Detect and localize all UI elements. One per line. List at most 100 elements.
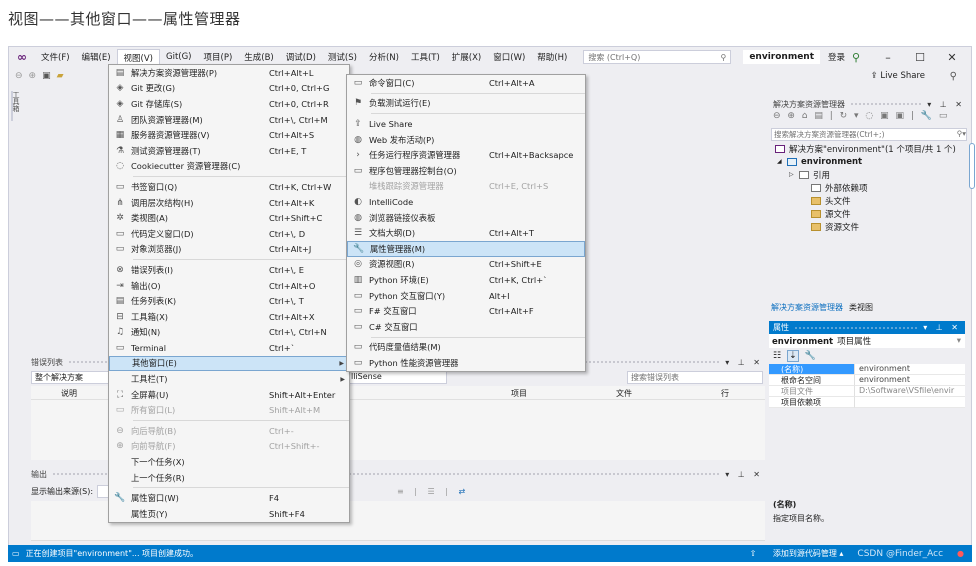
menu-item[interactable]: ⊖ 向后导航(B) Ctrl+- <box>109 423 349 439</box>
menu-item[interactable]: 上一个任务(R) <box>109 470 349 486</box>
menu-item[interactable]: ◍ Web 发布活动(P) <box>347 132 585 148</box>
maximize-button[interactable]: ☐ <box>913 51 927 64</box>
alphabetical-icon[interactable]: ⇣ <box>787 350 799 362</box>
minimize-button[interactable]: – <box>881 51 895 64</box>
menu-view[interactable]: 视图(V) <box>116 48 160 66</box>
menu-git[interactable]: Git(G) <box>160 50 198 64</box>
menu-item[interactable]: ▤ 任务列表(K) Ctrl+\, T <box>109 293 349 309</box>
menu-item[interactable]: 其他窗口(E) ▶ <box>109 355 349 372</box>
menu-item[interactable]: ▭ Python 性能资源管理器 <box>347 355 585 371</box>
menu-help[interactable]: 帮助(H) <box>531 49 573 65</box>
menu-item[interactable]: ▭ 对象浏览器(J) Ctrl+Alt+J <box>109 242 349 258</box>
word-wrap-icon[interactable]: ⇄ <box>458 487 469 496</box>
column-file[interactable]: 文件 <box>616 388 632 399</box>
forward-icon[interactable]: ⊕ <box>29 71 37 81</box>
notification-icon[interactable]: ● <box>957 549 964 558</box>
menu-item[interactable]: ⊟ 工具箱(X) Ctrl+Alt+X <box>109 309 349 325</box>
error-search-input[interactable]: 搜索错误列表 <box>627 371 763 384</box>
solution-search-input[interactable]: 搜索解决方案资源管理器(Ctrl+;) ⚲▾ <box>771 128 967 141</box>
categorized-icon[interactable]: ☷ <box>773 351 781 361</box>
tab-class-view[interactable]: 类视图 <box>849 302 873 313</box>
menu-item[interactable]: ◐ IntelliCode <box>347 194 585 210</box>
menu-test[interactable]: 测试(S) <box>322 49 363 65</box>
menu-item[interactable]: ◎ 资源视图(R) Ctrl+Shift+E <box>347 257 585 273</box>
property-row[interactable]: 项目文件 D:\Software\VSfile\envir <box>769 386 965 397</box>
menu-item[interactable]: ▦ 服务器资源管理器(V) Ctrl+Alt+S <box>109 127 349 143</box>
property-value[interactable] <box>855 397 965 408</box>
menu-item[interactable]: 🔧 属性窗口(W) F4 <box>109 490 349 506</box>
menu-item[interactable]: ▭ 程序包管理器控制台(O) <box>347 163 585 179</box>
panel-controls[interactable]: ▾ ⊥ ✕ <box>927 100 965 109</box>
menu-item[interactable]: 属性页(Y) Shift+F4 <box>109 506 349 522</box>
menu-item[interactable]: ▤ 解决方案资源管理器(P) Ctrl+Alt+L <box>109 65 349 81</box>
property-value[interactable]: D:\Software\VSfile\envir <box>855 386 965 397</box>
tree-item[interactable]: 外部依赖项 <box>769 181 969 194</box>
tab-solution-explorer[interactable]: 解决方案资源管理器 <box>771 302 843 313</box>
menu-item[interactable]: ⚗ 测试资源管理器(T) Ctrl+E, T <box>109 143 349 159</box>
menu-item[interactable]: ▭ Terminal Ctrl+` <box>109 340 349 356</box>
tree-item[interactable]: 头文件 <box>769 194 969 207</box>
menu-item[interactable]: ⚑ 负载测试运行(E) <box>347 96 585 112</box>
menu-item[interactable]: ⊗ 错误列表(I) Ctrl+\, E <box>109 262 349 278</box>
menu-analyze[interactable]: 分析(N) <box>363 49 405 65</box>
menu-item[interactable]: ◈ Git 存储库(S) Ctrl+0, Ctrl+R <box>109 96 349 112</box>
property-value[interactable]: environment <box>855 364 965 375</box>
error-filter-dropdown[interactable]: lliSense <box>347 371 447 384</box>
tree-item[interactable]: ▷ 引用 <box>769 168 969 181</box>
menu-item[interactable]: ⇥ 输出(O) Ctrl+Alt+O <box>109 278 349 294</box>
menu-debug[interactable]: 调试(D) <box>280 49 322 65</box>
menu-item[interactable]: 工具栏(T) ▶ <box>109 371 349 387</box>
new-project-icon[interactable]: ▣ <box>42 71 51 81</box>
solution-explorer-toolbar[interactable]: ⊖ ⊕ ⌂ ▤ | ↻ ▾ ◌ ▣ ▣ | 🔧 ▭ <box>769 111 969 127</box>
column-project[interactable]: 项目 <box>511 388 527 399</box>
expand-toggle-icon[interactable]: ◢ <box>777 158 787 165</box>
menu-item[interactable]: 堆栈跟踪资源管理器 Ctrl+E, Ctrl+S <box>347 179 585 195</box>
menu-item[interactable]: ♫ 通知(N) Ctrl+\, Ctrl+N <box>109 325 349 341</box>
feedback-icon[interactable]: ⚲ <box>950 71 957 82</box>
panel-controls[interactable]: ▾ ⊥ ✕ <box>725 358 763 367</box>
menu-item[interactable]: ◍ 浏览器链接仪表板 <box>347 210 585 226</box>
menu-item[interactable]: ⋔ 调用层次结构(H) Ctrl+Alt+K <box>109 195 349 211</box>
property-row[interactable]: 根命名空间 environment <box>769 375 965 386</box>
property-pages-wrench-icon[interactable]: 🔧 <box>805 351 816 361</box>
menu-item[interactable]: ♙ 团队资源管理器(M) Ctrl+\, Ctrl+M <box>109 112 349 128</box>
menu-edit[interactable]: 编辑(E) <box>76 49 117 65</box>
property-value[interactable]: environment <box>855 375 965 386</box>
menu-item[interactable]: ▭ 所有窗口(L) Shift+Alt+M <box>109 402 349 418</box>
menu-item[interactable]: ▭ C# 交互窗口 <box>347 319 585 335</box>
menu-item[interactable]: ◈ Git 更改(G) Ctrl+0, Ctrl+G <box>109 81 349 97</box>
column-description[interactable]: 说明 <box>61 388 77 399</box>
menu-item[interactable]: ▭ Python 交互窗口(Y) Alt+I <box>347 288 585 304</box>
menu-item[interactable]: ▭ F# 交互窗口 Ctrl+Alt+F <box>347 303 585 319</box>
menu-extensions[interactable]: 扩展(X) <box>446 49 487 65</box>
expand-toggle-icon[interactable]: ▷ <box>789 171 799 178</box>
account-icon[interactable]: ⚲ <box>849 51 863 64</box>
property-row[interactable]: (名称) environment <box>769 364 965 375</box>
menu-item[interactable]: ⊕ 向前导航(F) Ctrl+Shift+- <box>109 439 349 455</box>
menu-item[interactable]: 🔧 属性管理器(M) <box>347 240 585 257</box>
column-line[interactable]: 行 <box>721 388 729 399</box>
global-search-input[interactable]: 搜索 (Ctrl+Q) ⚲ <box>583 50 732 64</box>
add-source-control-button[interactable]: ⇧ 添加到源代码管理 ▴ <box>750 548 844 559</box>
menu-window[interactable]: 窗口(W) <box>487 49 531 65</box>
menu-item[interactable]: ◌ Cookiecutter 资源管理器(C) <box>109 159 349 175</box>
menu-item[interactable]: ⛶ 全屏幕(U) Shift+Alt+Enter <box>109 387 349 403</box>
tree-item[interactable]: 源文件 <box>769 207 969 220</box>
menu-item[interactable]: ⇪ Live Share <box>347 116 585 132</box>
vertical-scrollbar[interactable] <box>969 143 975 189</box>
close-window-button[interactable]: ✕ <box>945 51 959 64</box>
properties-object-selector[interactable]: environment 项目属性 ▾ <box>769 334 965 348</box>
panel-controls[interactable]: ▾ ⊥ ✕ <box>923 323 961 332</box>
menu-item[interactable]: ✲ 类视图(A) Ctrl+Shift+C <box>109 210 349 226</box>
menu-item[interactable]: ☰ 文档大纲(D) Ctrl+Alt+T <box>347 225 585 241</box>
property-row[interactable]: 项目依赖项 <box>769 397 965 408</box>
menu-item[interactable]: ▭ 代码定义窗口(D) Ctrl+\, D <box>109 226 349 242</box>
menu-item[interactable]: ▥ Python 环境(E) Ctrl+K, Ctrl+` <box>347 272 585 288</box>
menu-item[interactable]: ▭ 代码度量值结果(M) <box>347 340 585 356</box>
menu-item[interactable]: › 任务运行程序资源管理器 Ctrl+Alt+Backsapce <box>347 147 585 163</box>
menu-file[interactable]: 文件(F) <box>35 49 76 65</box>
tree-item[interactable]: 解决方案"environment"(1 个项目/共 1 个) <box>769 142 969 155</box>
output-toolbar-icons[interactable]: ≡ | ☰ | ⇄ <box>397 487 469 496</box>
menu-item[interactable]: 下一个任务(X) <box>109 454 349 470</box>
open-folder-icon[interactable]: ▰ <box>57 71 64 81</box>
